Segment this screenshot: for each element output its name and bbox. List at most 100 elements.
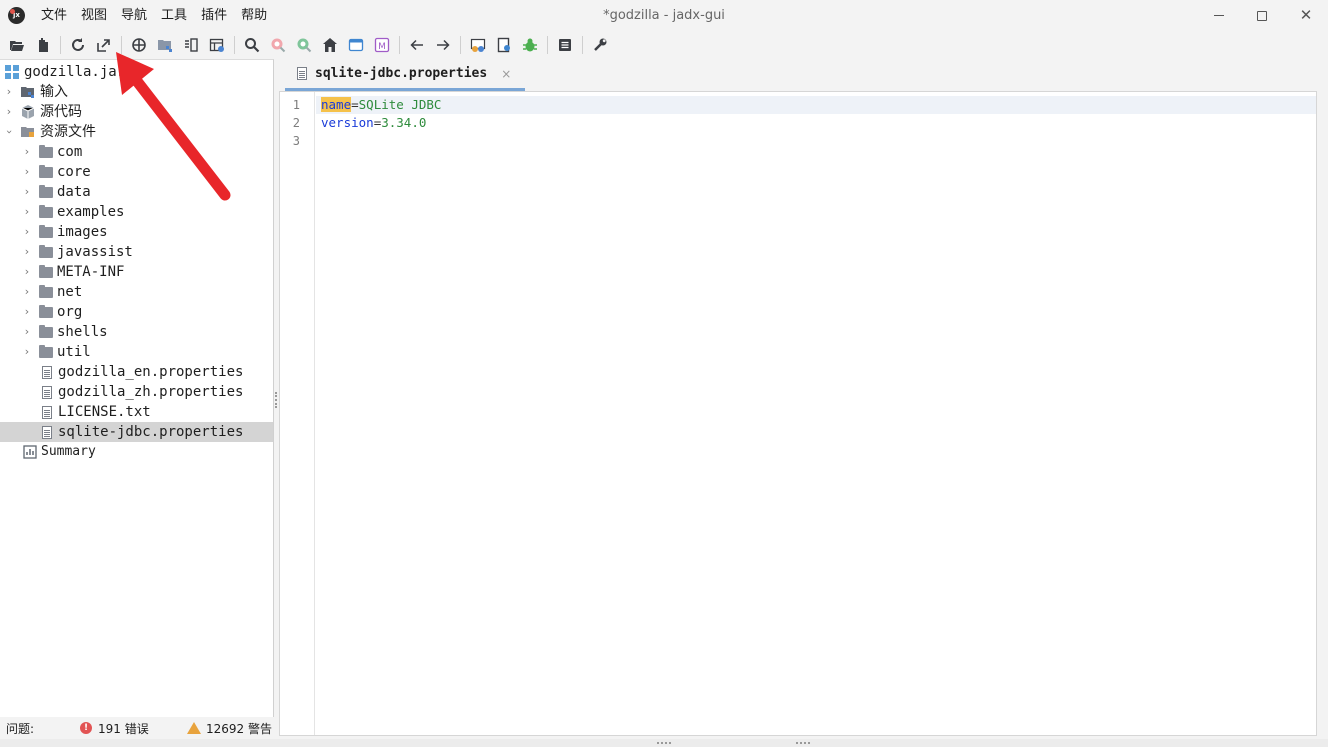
title-bar: jx 文件 视图 导航 工具 插件 帮助 *godzilla - jadx-gu… [0,0,1328,31]
jar-icon [5,65,19,79]
home-button[interactable] [319,34,341,56]
tree-node-sources[interactable]: › 源代码 [0,102,273,122]
quark-button[interactable] [493,34,515,56]
chevron-right-icon: › [24,265,30,278]
menu-navigation[interactable]: 导航 [114,0,154,31]
tab-sqlite-jdbc-properties[interactable]: sqlite-jdbc.properties × [285,59,525,91]
sync-tree-button[interactable] [128,34,150,56]
menu-help[interactable]: 帮助 [234,0,274,31]
table-button[interactable] [206,34,228,56]
reload-button[interactable] [67,34,89,56]
project-tree: godzilla.jar › 输入 › 源代码 › 资源文件 › com › cor… [0,59,274,717]
tab-label: sqlite-jdbc.properties [315,66,488,81]
tree-file[interactable]: godzilla_zh.properties [0,382,273,402]
tree-node-summary[interactable]: Summary [0,442,273,462]
tree-folder[interactable]: › images [0,222,273,242]
svg-text:M: M [378,42,386,52]
property-key: version [321,115,374,130]
close-window-button[interactable]: ✕ [1284,0,1328,31]
tree-file[interactable]: godzilla_en.properties [0,362,273,382]
toolbar-separator [547,36,548,54]
editor-area: sqlite-jdbc.properties × 1 2 3 name=SQLi… [279,59,1328,738]
preferences-icon [594,38,607,51]
tree-folder[interactable]: › META-INF [0,262,273,282]
tree-node-inputs[interactable]: › 输入 [0,82,273,102]
tree-node-label: LICENSE.txt [58,404,151,420]
tree-node-label: 资源文件 [40,124,96,140]
log-button[interactable] [467,34,489,56]
tree-folder[interactable]: › javassist [0,242,273,262]
chevron-right-icon: › [24,205,30,218]
tree-file[interactable]: LICENSE.txt [0,402,273,422]
app-logo-icon: jx [8,7,25,24]
home-icon [323,38,337,52]
split-view-button[interactable] [180,34,202,56]
tree-folder[interactable]: › util [0,342,273,362]
errors-text: 191 错误 [98,721,149,736]
property-key: name [321,97,352,112]
tree-node-label: Summary [41,444,96,459]
warning-icon [187,722,201,734]
folder-icon [39,325,53,338]
warnings-text: 12692 警告 [206,721,272,736]
forward-button[interactable] [432,34,454,56]
code-line: name=SQLite JDBC [321,96,441,114]
tree-folder[interactable]: › examples [0,202,273,222]
menu-tools[interactable]: 工具 [154,0,194,31]
smali-icon [348,38,364,52]
tree-folder[interactable]: › net [0,282,273,302]
resources-icon [21,127,34,137]
code-editor[interactable]: 1 2 3 name=SQLite JDBC version=3.34.0 [279,91,1317,736]
tree-node-label: godzilla_zh.properties [58,384,244,400]
toolbar-separator [234,36,235,54]
mapping-button[interactable]: M [371,34,393,56]
close-icon: ✕ [1299,6,1313,24]
open-file-button[interactable] [6,34,28,56]
preferences-button[interactable] [589,34,611,56]
log-viewer-button[interactable] [554,34,576,56]
tree-folder[interactable]: › org [0,302,273,322]
smali-button[interactable] [345,34,367,56]
back-button[interactable] [406,34,428,56]
errors-count[interactable]: ! 191 错误 [80,720,149,737]
warnings-count[interactable]: 12692 警告 [187,720,272,737]
tab-close-icon[interactable]: × [501,67,511,81]
find-class-button[interactable] [293,34,315,56]
splitter-handle[interactable] [275,392,278,408]
maximize-button[interactable] [1240,0,1284,31]
tree-node-label: shells [57,324,108,340]
tree-node-label: godzilla_en.properties [58,364,244,380]
export-button[interactable] [93,34,115,56]
search-button[interactable] [241,34,263,56]
toolbar-separator [60,36,61,54]
toolbar: M [0,31,1328,59]
debug-button[interactable] [519,34,541,56]
chevron-right-icon: › [24,305,30,318]
splitter-grip [796,742,810,744]
flatten-packages-button[interactable] [154,34,176,56]
menu-view[interactable]: 视图 [74,0,114,31]
tree-file-selected[interactable]: sqlite-jdbc.properties [0,422,273,442]
quark-icon [497,37,510,53]
add-file-button[interactable] [32,34,54,56]
current-line-highlight [316,96,1316,114]
find-usage-button[interactable] [267,34,289,56]
tree-root[interactable]: godzilla.jar [0,62,273,82]
chevron-right-icon: › [24,145,30,158]
log-icon [470,38,486,52]
menu-file[interactable]: 文件 [34,0,74,31]
add-file-icon [39,38,48,52]
vertical-scrollbar[interactable] [1317,91,1328,736]
tree-folder[interactable]: › shells [0,322,273,342]
minimize-icon [1214,15,1224,16]
tree-folder[interactable]: › com [0,142,273,162]
property-value: 3.34.0 [381,115,427,130]
menu-plugins[interactable]: 插件 [194,0,234,31]
tree-node-resources[interactable]: › 资源文件 [0,122,273,142]
tree-folder[interactable]: › data [0,182,273,202]
folder-icon [39,165,53,178]
tree-node-label: 输入 [40,84,68,100]
minimize-button[interactable] [1197,0,1241,31]
package-icon [21,105,35,119]
tree-folder[interactable]: › core [0,162,273,182]
